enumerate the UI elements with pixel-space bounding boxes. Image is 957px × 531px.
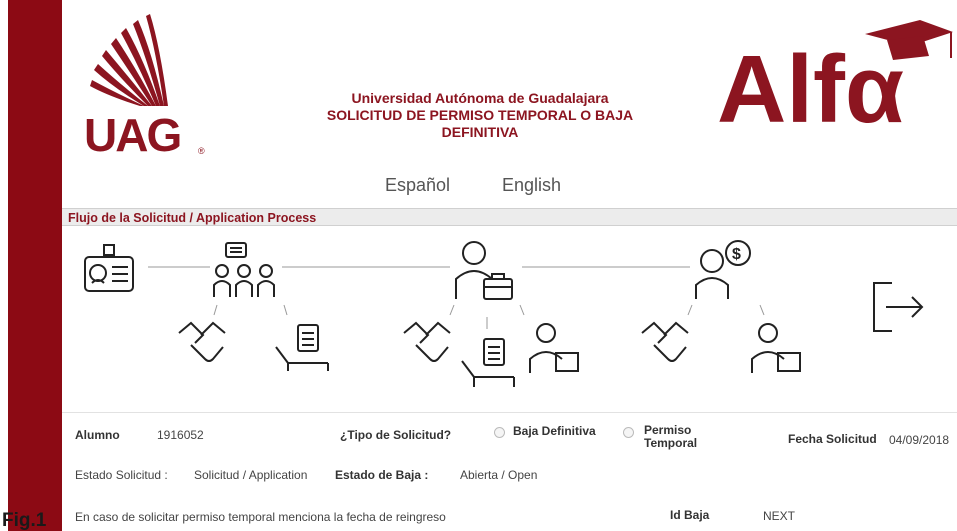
estado-baja-label: Estado de Baja :	[335, 468, 429, 482]
id-baja-value: NEXT	[763, 509, 796, 523]
estado-solicitud-value: Solicitud / Application	[194, 468, 308, 482]
university-name: Universidad Autónoma de Guadalajara	[351, 90, 609, 106]
exit-door-icon	[873, 282, 924, 332]
language-english-link[interactable]: English	[502, 175, 561, 196]
handshake-icon	[178, 321, 226, 362]
worker-box-icon	[529, 323, 579, 373]
estado-solicitud-label: Estado Solicitud :	[75, 468, 168, 482]
fecha-solicitud-label: Fecha Solicitud	[788, 432, 877, 446]
alfa-logo-text: Alfα	[717, 36, 904, 132]
reingreso-instruction: En caso de solicitar permiso temporal me…	[75, 510, 446, 524]
estado-baja-value: Abierta / Open	[460, 468, 538, 482]
alfa-logo: Alfα	[717, 20, 953, 132]
svg-text:$: $	[732, 246, 741, 263]
desk-clipboard-icon	[461, 338, 515, 387]
alumno-value: 1916052	[157, 428, 204, 442]
baja-definitiva-label[interactable]: Baja Definitiva	[513, 424, 596, 438]
permiso-temporal-label[interactable]: Permiso Temporal	[644, 424, 697, 450]
process-flow-diagram: $	[62, 227, 957, 412]
section-divider	[62, 412, 957, 413]
finance-person-icon: $	[695, 240, 751, 299]
fecha-solicitud-value: 04/09/2018	[889, 433, 950, 447]
manager-icon	[455, 241, 513, 300]
permiso-temporal-line2: Temporal	[644, 436, 698, 450]
page-title: Universidad Autónoma de Guadalajara SOLI…	[270, 90, 690, 141]
left-sidebar-bar	[0, 0, 62, 531]
baja-definitiva-radio[interactable]	[494, 427, 505, 438]
meeting-icon	[213, 242, 275, 297]
alumno-label: Alumno	[75, 428, 120, 442]
desk-clipboard-icon	[275, 324, 329, 371]
form-title-line2: DEFINITIVA	[441, 124, 519, 140]
id-baja-label: Id Baja	[670, 508, 710, 522]
id-card-icon	[84, 244, 134, 292]
form-title-line1: SOLICITUD DE PERMISO TEMPORAL O BAJA	[326, 107, 634, 123]
registered-mark: ®	[198, 146, 205, 156]
handshake-icon	[641, 321, 689, 362]
permiso-temporal-radio[interactable]	[623, 427, 634, 438]
handshake-icon	[403, 321, 451, 362]
tipo-solicitud-label: ¿Tipo de Solicitud?	[340, 428, 452, 442]
left-margin	[0, 0, 8, 531]
worker-box-icon	[751, 323, 801, 373]
figure-label: Fig.1	[2, 510, 47, 531]
language-spanish-link[interactable]: Español	[385, 175, 450, 196]
process-panel-header: Flujo de la Solicitud / Application Proc…	[62, 208, 957, 226]
uag-logo-text: UAG	[84, 109, 182, 161]
